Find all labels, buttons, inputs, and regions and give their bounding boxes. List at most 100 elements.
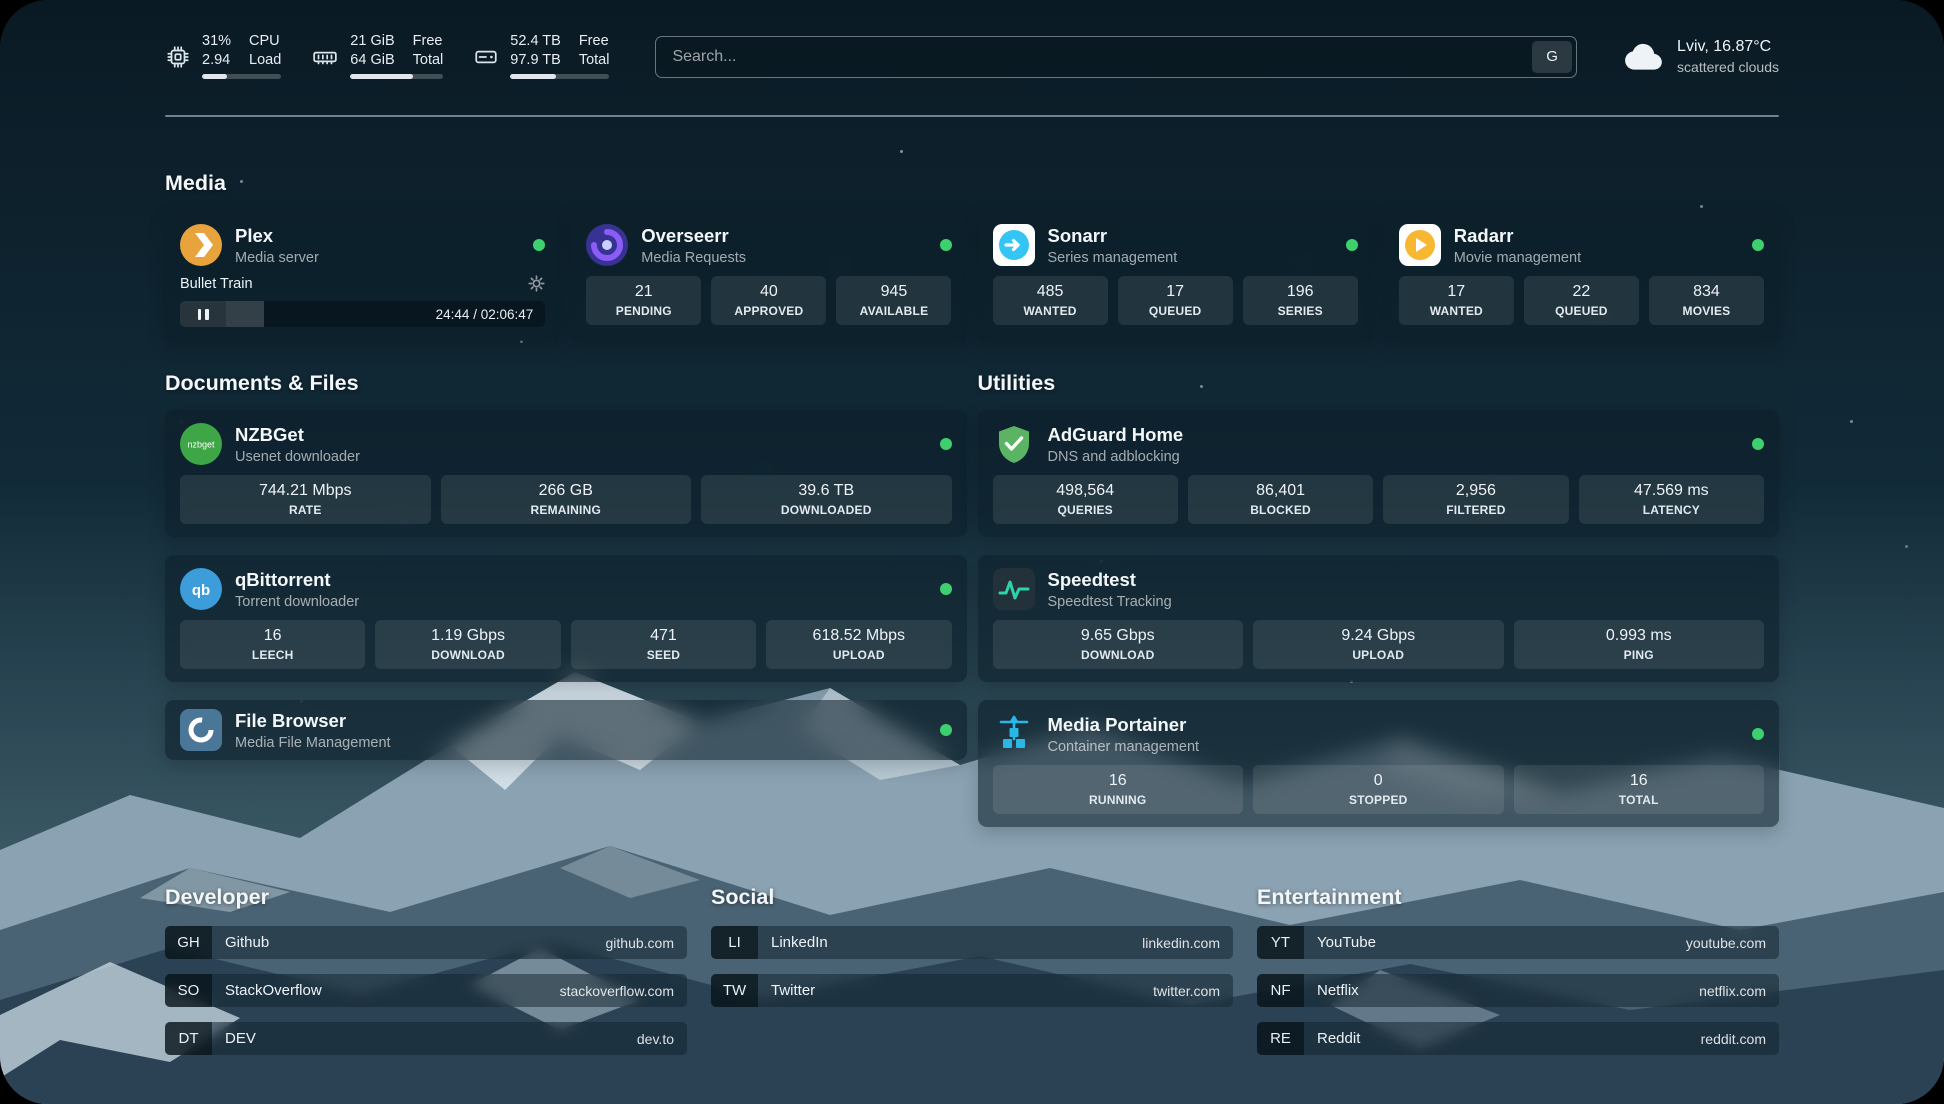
portainer-card[interactable]: Media Portainer Container management 16 … (978, 700, 1780, 827)
stat-latency: 47.569 ms LATENCY (1579, 475, 1764, 524)
stat-label: BLOCKED (1192, 503, 1369, 517)
bookmark-name: DEV (212, 1022, 256, 1055)
disk-progress-bar (510, 74, 609, 79)
stat-filtered: 2,956 FILTERED (1383, 475, 1568, 524)
overseerr-card[interactable]: Overseerr Media Requests 21 PENDING 40 A… (571, 211, 966, 341)
section-heading-utilities: Utilities (978, 371, 1780, 396)
stat-label: UPLOAD (1257, 648, 1500, 662)
cpu-usage-value: 31% (202, 34, 231, 50)
card-subtitle: Usenet downloader (235, 449, 360, 465)
stat-value: 17 (1122, 283, 1229, 301)
bookmark-abbr: DT (165, 1022, 212, 1055)
stat-label: RATE (184, 503, 427, 517)
status-dot (940, 239, 952, 251)
radarr-card[interactable]: Radarr Movie management 17 WANTED 22 QUE… (1384, 211, 1779, 341)
overseerr-icon (586, 224, 628, 266)
card-title: Media Portainer (1048, 714, 1200, 736)
card-subtitle: Movie management (1454, 250, 1581, 266)
status-dot (1752, 728, 1764, 740)
search-input[interactable] (655, 36, 1577, 78)
plex-card[interactable]: Plex Media server Bullet Train (165, 211, 560, 341)
bookmark-youtube[interactable]: YT YouTube youtube.com (1257, 926, 1779, 959)
bookmark-name: Netflix (1304, 974, 1359, 1007)
stat-queued: 22 QUEUED (1524, 276, 1639, 325)
stat-value: 744.21 Mbps (184, 482, 427, 500)
stat-wanted: 17 WANTED (1399, 276, 1514, 325)
weather-widget: Lviv, 16.87°C scattered clouds (1623, 38, 1779, 75)
stat-movies: 834 MOVIES (1649, 276, 1764, 325)
stat-value: 17 (1403, 283, 1510, 301)
speedtest-card[interactable]: Speedtest Speedtest Tracking 9.65 Gbps D… (978, 555, 1780, 682)
stat-running: 16 RUNNING (993, 765, 1244, 814)
card-title: qBittorrent (235, 569, 359, 591)
stat-rate: 744.21 Mbps RATE (180, 475, 431, 524)
search-provider-button[interactable]: G (1532, 41, 1572, 73)
memory-icon (311, 44, 339, 70)
stat-label: APPROVED (715, 304, 822, 318)
nzbget-card[interactable]: nzbget NZBGet Usenet downloader 744.21 M… (165, 410, 967, 537)
stat-label: QUERIES (997, 503, 1174, 517)
stat-stopped: 0 STOPPED (1253, 765, 1504, 814)
card-subtitle: Media server (235, 250, 319, 266)
stat-label: RUNNING (997, 793, 1240, 807)
cpu-label: CPU (249, 34, 281, 50)
bookmark-abbr: SO (165, 974, 212, 1007)
settings-gear-icon[interactable] (528, 275, 545, 292)
stat-value: 9.65 Gbps (997, 627, 1240, 645)
stat-value: 945 (840, 283, 947, 301)
bookmark-stackoverflow[interactable]: SO StackOverflow stackoverflow.com (165, 974, 687, 1007)
playback-time: 24:44 / 02:06:47 (424, 301, 546, 327)
qbittorrent-card[interactable]: qb qBittorrent Torrent downloader 16 LEE… (165, 555, 967, 682)
cpu-load-value: 2.94 (202, 53, 231, 69)
disk-total-value: 97.9 TB (510, 53, 561, 69)
bookmark-linkedin[interactable]: LI LinkedIn linkedin.com (711, 926, 1233, 959)
stat-value: 0.993 ms (1518, 627, 1761, 645)
bookmark-netflix[interactable]: NF Netflix netflix.com (1257, 974, 1779, 1007)
bookmark-name: Github (212, 926, 269, 959)
filebrowser-card[interactable]: File Browser Media File Management (165, 700, 967, 760)
stat-approved: 40 APPROVED (711, 276, 826, 325)
stat-value: 39.6 TB (705, 482, 948, 500)
bookmark-dev[interactable]: DT DEV dev.to (165, 1022, 687, 1055)
section-documents: Documents & Files nzbget NZBGet Usenet d (165, 371, 967, 760)
bookmark-abbr: YT (1257, 926, 1304, 959)
bookmark-domain: linkedin.com (1142, 926, 1233, 959)
cpu-monitor: 31% 2.94 CPU Load (165, 34, 281, 79)
card-subtitle: Torrent downloader (235, 594, 359, 610)
section-heading-entertainment: Entertainment (1257, 885, 1779, 910)
pause-button[interactable] (180, 301, 226, 327)
bookmark-twitter[interactable]: TW Twitter twitter.com (711, 974, 1233, 1007)
bookmark-domain: github.com (606, 926, 687, 959)
card-title: Overseerr (641, 225, 746, 247)
cpu-load-label: Load (249, 53, 281, 69)
stat-label: QUEUED (1528, 304, 1635, 318)
section-heading-documents: Documents & Files (165, 371, 967, 396)
stat-value: 618.52 Mbps (770, 627, 947, 645)
bookmark-domain: dev.to (637, 1022, 687, 1055)
card-subtitle: Media Requests (641, 250, 746, 266)
stat-pending: 21 PENDING (586, 276, 701, 325)
svg-text:nzbget: nzbget (187, 440, 215, 450)
stat-blocked: 86,401 BLOCKED (1188, 475, 1373, 524)
stat-wanted: 485 WANTED (993, 276, 1108, 325)
card-subtitle: Speedtest Tracking (1048, 594, 1172, 610)
adguard-card[interactable]: AdGuard Home DNS and adblocking 498,564 … (978, 410, 1780, 537)
status-dot (1752, 239, 1764, 251)
stat-value: 9.24 Gbps (1257, 627, 1500, 645)
stat-value: 266 GB (445, 482, 688, 500)
nzbget-icon: nzbget (180, 423, 222, 465)
stat-label: PENDING (590, 304, 697, 318)
stat-value: 0 (1257, 772, 1500, 790)
bookmark-reddit[interactable]: RE Reddit reddit.com (1257, 1022, 1779, 1055)
memory-free-value: 21 GiB (350, 34, 394, 50)
resource-monitors: 31% 2.94 CPU Load (165, 34, 609, 79)
progress-track (226, 301, 424, 327)
stat-remaining: 266 GB REMAINING (441, 475, 692, 524)
stat-label: STOPPED (1257, 793, 1500, 807)
stat-label: REMAINING (445, 503, 688, 517)
disk-free-value: 52.4 TB (510, 34, 561, 50)
card-subtitle: DNS and adblocking (1048, 449, 1184, 465)
bookmark-domain: stackoverflow.com (560, 974, 687, 1007)
sonarr-card[interactable]: Sonarr Series management 485 WANTED 17 Q… (978, 211, 1373, 341)
bookmark-github[interactable]: GH Github github.com (165, 926, 687, 959)
